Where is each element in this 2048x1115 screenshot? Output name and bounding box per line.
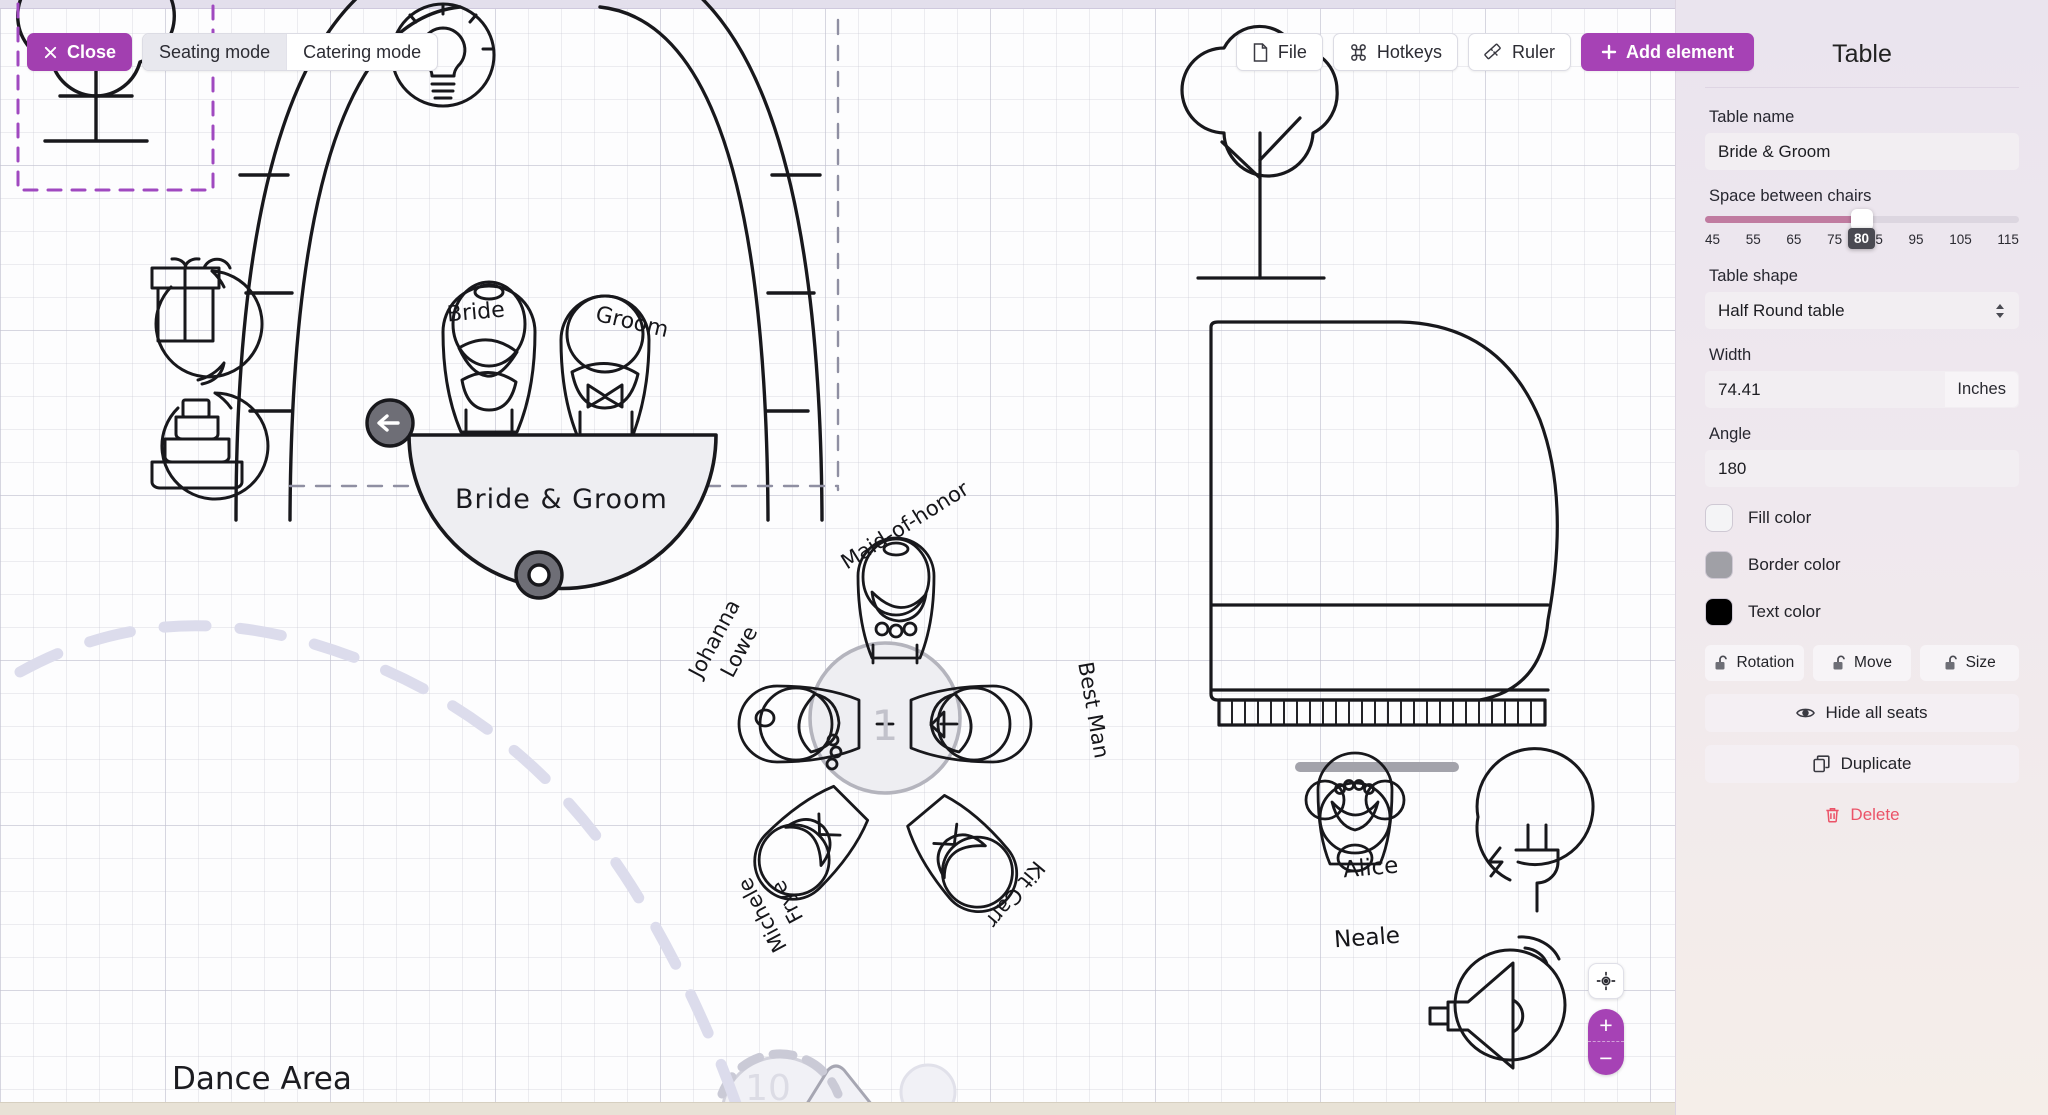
slider-fill (1705, 216, 1862, 223)
tab-catering-mode[interactable]: Catering mode (286, 34, 437, 70)
lock-buttons-row: Rotation Move Size (1705, 645, 2020, 681)
add-element-button[interactable]: Add element (1580, 33, 1754, 71)
command-icon (1349, 43, 1368, 62)
lock-rotation-label: Rotation (1736, 654, 1795, 671)
text-color-label: Text color (1748, 602, 1821, 621)
file-icon (1252, 42, 1269, 62)
ruler-label: Ruler (1511, 41, 1555, 62)
table-shape-select[interactable]: Half Round table (1705, 292, 2019, 329)
slider-tick: 105 (1949, 232, 1972, 247)
border-color-swatch[interactable] (1705, 551, 1733, 579)
zoom-controls: + − (1588, 963, 1624, 1075)
head-table-shape (407, 433, 718, 591)
width-unit[interactable]: Inches (1945, 372, 2018, 407)
slider-tick: 115 (1997, 232, 2019, 247)
cake-icon (150, 361, 270, 501)
table-shape-value: Half Round table (1718, 300, 1845, 320)
hide-all-seats-label: Hide all seats (1825, 703, 1928, 722)
seat-michele-frye (753, 784, 870, 901)
table-properties-panel: Table Table name Bride & Groom Space bet… (1675, 0, 2048, 1115)
fill-color-label: Fill color (1748, 508, 1812, 527)
text-color-row[interactable]: Text color (1705, 598, 2019, 626)
unlock-icon (1832, 655, 1847, 671)
seating-planner-app: 1 10 Bride & Groom Bride Groom Maid-of-h… (0, 0, 2048, 1115)
slider-tick: 65 (1786, 232, 1802, 247)
lock-size-button[interactable]: Size (1920, 645, 2020, 681)
hotkeys-button[interactable]: Hotkeys (1332, 33, 1458, 71)
slider-tick-labels: 45 55 65 75 85 95 105 115 80 (1705, 228, 2019, 249)
width-value: 74.41 (1718, 379, 1761, 399)
seat-groom (559, 294, 651, 437)
slider-tick: 55 (1745, 232, 1761, 247)
table-name-input[interactable]: Bride & Groom (1705, 133, 2019, 170)
unlock-icon (1714, 655, 1729, 671)
fill-color-row[interactable]: Fill color (1705, 504, 2019, 532)
width-label: Width (1709, 346, 1752, 364)
file-label: File (1277, 41, 1307, 62)
lock-move-label: Move (1854, 654, 1892, 671)
slider-tick: 45 (1705, 232, 1721, 247)
duplicate-icon (1812, 755, 1831, 773)
grand-piano (1209, 320, 1559, 727)
plus-icon (1601, 44, 1617, 60)
close-label: Close (67, 41, 117, 62)
hide-all-seats-button[interactable]: Hide all seats (1705, 694, 2019, 732)
add-element-label: Add element (1625, 41, 1734, 62)
border-color-row[interactable]: Border color (1705, 551, 2019, 579)
hotkeys-label: Hotkeys (1376, 41, 1442, 62)
unlock-icon (1944, 655, 1959, 671)
ruler-icon (1484, 43, 1503, 62)
chevron-updown-icon (1994, 303, 2006, 319)
trash-icon (1824, 806, 1841, 824)
recenter-icon (1596, 971, 1616, 991)
tab-seating-mode[interactable]: Seating mode (143, 34, 287, 70)
zoom-out-button[interactable]: − (1588, 1042, 1624, 1075)
power-outlet-icon (1475, 747, 1595, 913)
seat-bride (441, 280, 537, 437)
dance-area-arc (14, 620, 746, 1115)
angle-input[interactable]: 180 (1705, 450, 2019, 487)
lock-move-button[interactable]: Move (1812, 645, 1912, 681)
close-button[interactable]: Close (27, 33, 133, 71)
recenter-button[interactable] (1588, 963, 1624, 999)
delete-label: Delete (1850, 805, 1900, 824)
left-toolbar: Close Seating mode Catering mode (27, 33, 439, 71)
file-button[interactable]: File (1235, 33, 1323, 71)
seat-kit-carr (906, 793, 1019, 914)
fill-color-swatch[interactable] (1705, 504, 1733, 532)
border-color-label: Border color (1748, 555, 1841, 574)
canvas-bottom-edge (0, 1102, 1675, 1115)
space-between-chairs-slider[interactable] (1705, 209, 2019, 231)
eye-icon (1796, 706, 1816, 720)
slider-value-bubble: 80 (1848, 228, 1876, 249)
angle-label: Angle (1709, 425, 1752, 443)
width-input[interactable]: 74.41 Inches (1705, 371, 2019, 408)
duplicate-button[interactable]: Duplicate (1705, 745, 2019, 783)
close-icon (43, 45, 58, 60)
text-color-swatch[interactable] (1705, 598, 1733, 626)
slider-tick: 75 (1827, 232, 1843, 247)
slider-tick: 95 (1908, 232, 1924, 247)
right-toolbar: File Hotkeys Ruler Add element (1235, 33, 1754, 71)
zoom-pill: + − (1588, 1009, 1624, 1075)
delete-button[interactable]: Delete (1705, 796, 2019, 834)
duplicate-label: Duplicate (1840, 754, 1912, 773)
table-name-label: Table name (1709, 108, 1795, 126)
lock-rotation-button[interactable]: Rotation (1705, 645, 1804, 681)
speaker-icon (1428, 935, 1567, 1070)
space-between-chairs-label: Space between chairs (1709, 187, 1872, 205)
lock-size-label: Size (1965, 654, 1996, 671)
ruler-button[interactable]: Ruler (1467, 33, 1571, 71)
zoom-in-button[interactable]: + (1588, 1009, 1624, 1042)
piano-bench (1295, 762, 1459, 772)
table-shape-label: Table shape (1709, 267, 1798, 285)
floorplan-drawing: 1 10 (14, 0, 1595, 1115)
mode-switch: Seating mode Catering mode (142, 33, 439, 71)
round-table-1-number: 1 (872, 701, 899, 750)
floorplan-canvas[interactable]: 1 10 Bride & Groom Bride Groom Maid-of-h… (0, 0, 1675, 1115)
